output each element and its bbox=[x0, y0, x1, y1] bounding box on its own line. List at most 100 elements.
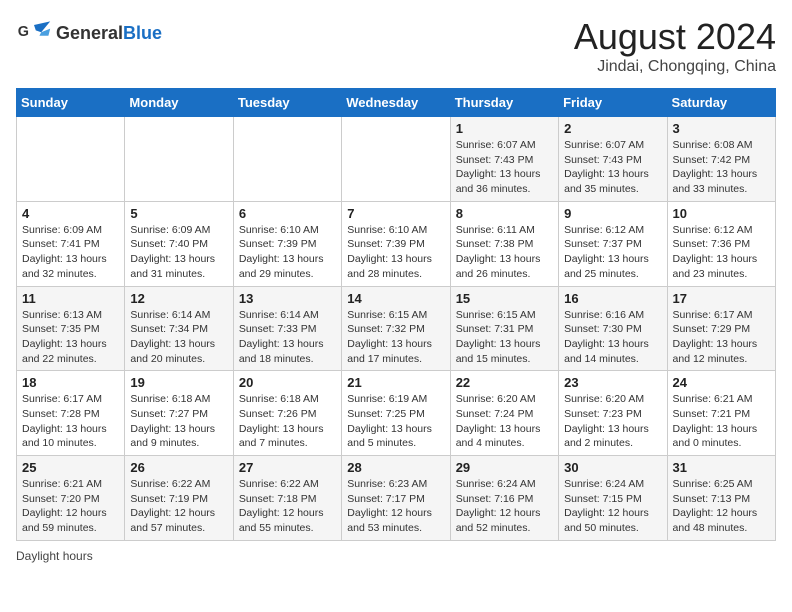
calendar-cell: 26 Sunrise: 6:22 AMSunset: 7:19 PMDayligh… bbox=[125, 456, 233, 541]
calendar-cell: 12 Sunrise: 6:14 AMSunset: 7:34 PMDayligh… bbox=[125, 286, 233, 371]
calendar-cell bbox=[233, 117, 341, 202]
day-info: Sunrise: 6:22 AMSunset: 7:19 PMDaylight:… bbox=[130, 477, 227, 536]
day-info: Sunrise: 6:15 AMSunset: 7:31 PMDaylight:… bbox=[456, 308, 553, 367]
svg-text:G: G bbox=[18, 24, 29, 40]
day-number: 17 bbox=[673, 291, 770, 306]
day-number: 23 bbox=[564, 375, 661, 390]
day-number: 14 bbox=[347, 291, 444, 306]
title-area: August 2024 Jindai, Chongqing, China bbox=[574, 16, 776, 76]
footer-legend: Daylight hours bbox=[16, 549, 776, 563]
day-number: 22 bbox=[456, 375, 553, 390]
day-info: Sunrise: 6:17 AMSunset: 7:29 PMDaylight:… bbox=[673, 308, 770, 367]
cell-content: 11Sunrise: 6:13 AMSunset: 7:35 PMDayligh… bbox=[22, 291, 119, 367]
day-header: Tuesday bbox=[233, 89, 341, 117]
day-header: Wednesday bbox=[342, 89, 450, 117]
calendar-cell: 8 Sunrise: 6:11 AMSunset: 7:38 PMDaylight… bbox=[450, 201, 558, 286]
day-number: 9 bbox=[564, 206, 661, 221]
cell-content: 13 Sunrise: 6:14 AMSunset: 7:33 PMDayligh… bbox=[239, 291, 336, 367]
cell-content: 8 Sunrise: 6:11 AMSunset: 7:38 PMDaylight… bbox=[456, 206, 553, 282]
logo-text: GeneralBlue bbox=[56, 24, 162, 44]
main-title: August 2024 bbox=[574, 16, 776, 58]
cell-content: 31Sunrise: 6:25 AMSunset: 7:13 PMDayligh… bbox=[673, 460, 770, 536]
cell-content: 3Sunrise: 6:08 AMSunset: 7:42 PMDaylight… bbox=[673, 121, 770, 197]
day-info: Sunrise: 6:19 AMSunset: 7:25 PMDaylight:… bbox=[347, 392, 444, 451]
day-info: Sunrise: 6:10 AMSunset: 7:39 PMDaylight:… bbox=[239, 223, 336, 282]
cell-content: 1 Sunrise: 6:07 AMSunset: 7:43 PMDaylight… bbox=[456, 121, 553, 197]
day-number: 12 bbox=[130, 291, 227, 306]
day-info: Sunrise: 6:10 AMSunset: 7:39 PMDaylight:… bbox=[347, 223, 444, 282]
calendar-week: 18Sunrise: 6:17 AMSunset: 7:28 PMDayligh… bbox=[17, 371, 776, 456]
day-info: Sunrise: 6:21 AMSunset: 7:21 PMDaylight:… bbox=[673, 392, 770, 451]
cell-content: 27Sunrise: 6:22 AMSunset: 7:18 PMDayligh… bbox=[239, 460, 336, 536]
day-number: 13 bbox=[239, 291, 336, 306]
calendar-cell: 2Sunrise: 6:07 AMSunset: 7:43 PMDaylight… bbox=[559, 117, 667, 202]
calendar-cell: 6Sunrise: 6:10 AMSunset: 7:39 PMDaylight… bbox=[233, 201, 341, 286]
day-info: Sunrise: 6:20 AMSunset: 7:23 PMDaylight:… bbox=[564, 392, 661, 451]
day-info: Sunrise: 6:09 AMSunset: 7:40 PMDaylight:… bbox=[130, 223, 227, 282]
day-number: 15 bbox=[456, 291, 553, 306]
calendar-header: SundayMondayTuesdayWednesdayThursdayFrid… bbox=[17, 89, 776, 117]
calendar-cell: 13 Sunrise: 6:14 AMSunset: 7:33 PMDayligh… bbox=[233, 286, 341, 371]
cell-content: 24Sunrise: 6:21 AMSunset: 7:21 PMDayligh… bbox=[673, 375, 770, 451]
cell-content: 26 Sunrise: 6:22 AMSunset: 7:19 PMDayligh… bbox=[130, 460, 227, 536]
calendar-cell: 27Sunrise: 6:22 AMSunset: 7:18 PMDayligh… bbox=[233, 456, 341, 541]
day-info: Sunrise: 6:12 AMSunset: 7:36 PMDaylight:… bbox=[673, 223, 770, 282]
day-number: 19 bbox=[130, 375, 227, 390]
calendar-cell bbox=[125, 117, 233, 202]
cell-content: 19 Sunrise: 6:18 AMSunset: 7:27 PMDayligh… bbox=[130, 375, 227, 451]
day-info: Sunrise: 6:18 AMSunset: 7:26 PMDaylight:… bbox=[239, 392, 336, 451]
subtitle: Jindai, Chongqing, China bbox=[574, 58, 776, 76]
cell-content: 10Sunrise: 6:12 AMSunset: 7:36 PMDayligh… bbox=[673, 206, 770, 282]
calendar-cell: 25Sunrise: 6:21 AMSunset: 7:20 PMDayligh… bbox=[17, 456, 125, 541]
calendar-cell: 23 Sunrise: 6:20 AMSunset: 7:23 PMDayligh… bbox=[559, 371, 667, 456]
day-info: Sunrise: 6:24 AMSunset: 7:16 PMDaylight:… bbox=[456, 477, 553, 536]
calendar-cell: 24Sunrise: 6:21 AMSunset: 7:21 PMDayligh… bbox=[667, 371, 775, 456]
cell-content: 23 Sunrise: 6:20 AMSunset: 7:23 PMDayligh… bbox=[564, 375, 661, 451]
day-info: Sunrise: 6:14 AMSunset: 7:34 PMDaylight:… bbox=[130, 308, 227, 367]
day-number: 18 bbox=[22, 375, 119, 390]
cell-content: 29Sunrise: 6:24 AMSunset: 7:16 PMDayligh… bbox=[456, 460, 553, 536]
day-number: 8 bbox=[456, 206, 553, 221]
cell-content: 16Sunrise: 6:16 AMSunset: 7:30 PMDayligh… bbox=[564, 291, 661, 367]
calendar-cell: 21 Sunrise: 6:19 AMSunset: 7:25 PMDayligh… bbox=[342, 371, 450, 456]
calendar-cell: 29Sunrise: 6:24 AMSunset: 7:16 PMDayligh… bbox=[450, 456, 558, 541]
cell-content: 7 Sunrise: 6:10 AMSunset: 7:39 PMDaylight… bbox=[347, 206, 444, 282]
cell-content: 28Sunrise: 6:23 AMSunset: 7:17 PMDayligh… bbox=[347, 460, 444, 536]
calendar-cell: 1 Sunrise: 6:07 AMSunset: 7:43 PMDaylight… bbox=[450, 117, 558, 202]
day-number: 4 bbox=[22, 206, 119, 221]
cell-content: 25Sunrise: 6:21 AMSunset: 7:20 PMDayligh… bbox=[22, 460, 119, 536]
calendar-cell: 4 Sunrise: 6:09 AMSunset: 7:41 PMDaylight… bbox=[17, 201, 125, 286]
logo-icon: G bbox=[16, 16, 52, 52]
cell-content: 18Sunrise: 6:17 AMSunset: 7:28 PMDayligh… bbox=[22, 375, 119, 451]
cell-content: 30Sunrise: 6:24 AMSunset: 7:15 PMDayligh… bbox=[564, 460, 661, 536]
calendar-cell: 22Sunrise: 6:20 AMSunset: 7:24 PMDayligh… bbox=[450, 371, 558, 456]
day-header: Thursday bbox=[450, 89, 558, 117]
calendar-cell: 7 Sunrise: 6:10 AMSunset: 7:39 PMDaylight… bbox=[342, 201, 450, 286]
day-info: Sunrise: 6:09 AMSunset: 7:41 PMDaylight:… bbox=[22, 223, 119, 282]
day-info: Sunrise: 6:13 AMSunset: 7:35 PMDaylight:… bbox=[22, 308, 119, 367]
calendar-table: SundayMondayTuesdayWednesdayThursdayFrid… bbox=[16, 88, 776, 541]
day-number: 1 bbox=[456, 121, 553, 136]
day-info: Sunrise: 6:11 AMSunset: 7:38 PMDaylight:… bbox=[456, 223, 553, 282]
day-number: 26 bbox=[130, 460, 227, 475]
page-header: G GeneralBlue August 2024 Jindai, Chongq… bbox=[16, 16, 776, 76]
calendar-cell: 31Sunrise: 6:25 AMSunset: 7:13 PMDayligh… bbox=[667, 456, 775, 541]
day-number: 5 bbox=[130, 206, 227, 221]
day-number: 30 bbox=[564, 460, 661, 475]
calendar-cell bbox=[17, 117, 125, 202]
day-number: 31 bbox=[673, 460, 770, 475]
day-info: Sunrise: 6:18 AMSunset: 7:27 PMDaylight:… bbox=[130, 392, 227, 451]
calendar-week: 1 Sunrise: 6:07 AMSunset: 7:43 PMDaylight… bbox=[17, 117, 776, 202]
calendar-cell bbox=[342, 117, 450, 202]
calendar-week: 25Sunrise: 6:21 AMSunset: 7:20 PMDayligh… bbox=[17, 456, 776, 541]
day-number: 21 bbox=[347, 375, 444, 390]
day-number: 20 bbox=[239, 375, 336, 390]
day-number: 27 bbox=[239, 460, 336, 475]
cell-content: 21 Sunrise: 6:19 AMSunset: 7:25 PMDayligh… bbox=[347, 375, 444, 451]
calendar-cell: 16Sunrise: 6:16 AMSunset: 7:30 PMDayligh… bbox=[559, 286, 667, 371]
logo: G GeneralBlue bbox=[16, 16, 162, 52]
day-info: Sunrise: 6:12 AMSunset: 7:37 PMDaylight:… bbox=[564, 223, 661, 282]
day-info: Sunrise: 6:14 AMSunset: 7:33 PMDaylight:… bbox=[239, 308, 336, 367]
day-number: 7 bbox=[347, 206, 444, 221]
day-info: Sunrise: 6:07 AMSunset: 7:43 PMDaylight:… bbox=[456, 138, 553, 197]
